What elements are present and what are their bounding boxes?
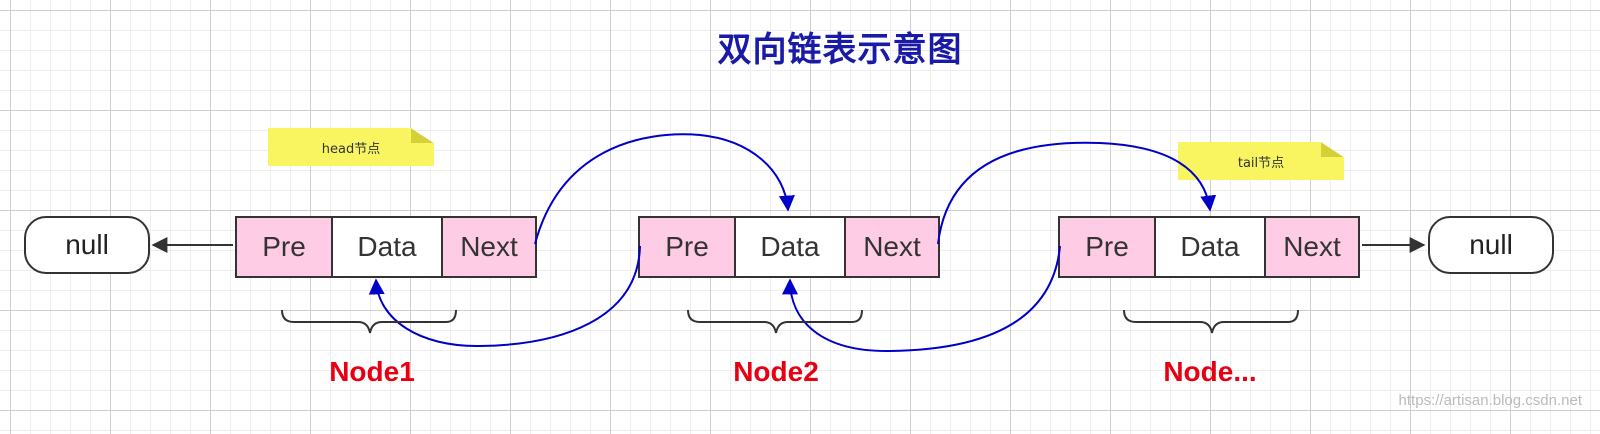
node-3-data-cell: Data xyxy=(1154,218,1264,276)
node-2-pre-cell: Pre xyxy=(640,218,734,276)
node-1-next-cell: Next xyxy=(441,218,535,276)
head-note: head节点 xyxy=(268,128,434,166)
diagram-title: 双向链表示意图 xyxy=(717,30,963,70)
node-1: Pre Data Next xyxy=(235,216,537,278)
tail-note-fold xyxy=(1320,142,1344,158)
node-3-brace xyxy=(1123,309,1299,334)
node-1-brace xyxy=(281,309,457,334)
head-note-label: head节点 xyxy=(321,141,381,157)
node-1-label: Node1 xyxy=(329,356,415,387)
null-right-box: null xyxy=(1428,216,1554,274)
watermark: https://artisan.blog.csdn.net xyxy=(1398,392,1582,409)
null-left-box: null xyxy=(24,216,150,274)
node-3-label: Node... xyxy=(1163,356,1257,387)
node-2-next-cell: Next xyxy=(844,218,938,276)
node-2-data-cell: Data xyxy=(734,218,844,276)
node-2-label: Node2 xyxy=(733,356,819,387)
node-1-data-cell: Data xyxy=(331,218,441,276)
head-note-fold xyxy=(410,128,434,144)
node-1-pre-cell: Pre xyxy=(237,218,331,276)
node-2-brace xyxy=(687,309,863,334)
node-3-pre-cell: Pre xyxy=(1060,218,1154,276)
node-3: Pre Data Next xyxy=(1058,216,1360,278)
tail-note-label: tail节点 xyxy=(1237,155,1285,171)
node-3-next-cell: Next xyxy=(1264,218,1358,276)
tail-note: tail节点 xyxy=(1178,142,1344,180)
node-2: Pre Data Next xyxy=(638,216,940,278)
